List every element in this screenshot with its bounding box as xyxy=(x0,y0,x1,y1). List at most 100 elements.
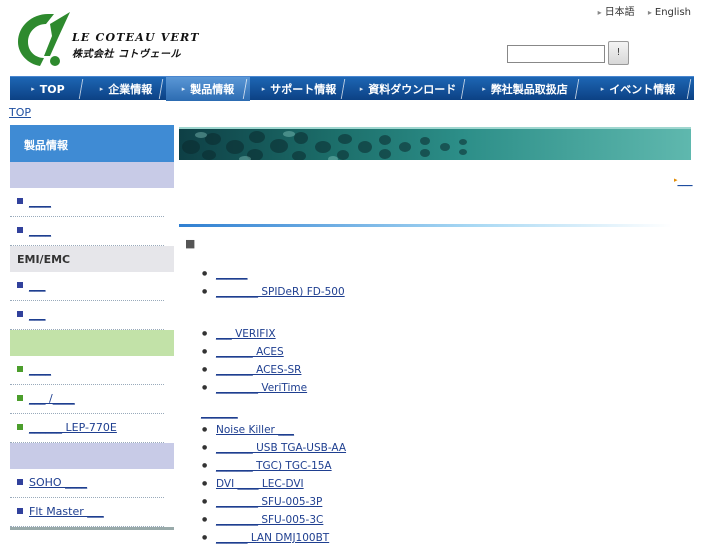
nav-item-products[interactable]: ▸ 製品情報 xyxy=(166,77,250,101)
main-nav: ▸ TOP ▸ 企業情報 ▸ 製品情報 ▸ サポート情報 ▸ 資料ダウンロード ▸ 弊社製品… xyxy=(10,76,694,101)
sidebar-heading: 製品情報 xyxy=(10,125,174,162)
sidebar-item[interactable]: SOHO ____ xyxy=(10,469,164,498)
arrow-right-icon: ▸ xyxy=(600,85,605,93)
hero-pattern-image xyxy=(182,131,467,160)
product-link[interactable]: ________ SFU-005-3P xyxy=(216,496,322,508)
section-divider xyxy=(179,224,672,227)
arrow-right-icon: ▸ xyxy=(359,85,364,93)
square-bullet-icon xyxy=(17,227,23,233)
nav-item-label: 資料ダウンロード xyxy=(368,83,457,96)
nav-item-events[interactable]: ▸ イベント情報 xyxy=(582,77,694,101)
breadcrumb-top-link[interactable]: TOP xyxy=(9,106,31,119)
list-item: _______ ACES xyxy=(200,343,307,361)
square-bullet-icon xyxy=(17,479,23,485)
sidebar-category-band xyxy=(10,443,174,469)
sidebar-item[interactable]: ____ xyxy=(10,217,164,246)
nav-item-label: 企業情報 xyxy=(108,83,153,96)
list-item: _______ USB TGA-USB-AA xyxy=(200,439,346,457)
sidebar-category-band xyxy=(10,330,174,356)
product-link[interactable]: _______ ACES-SR xyxy=(216,364,301,376)
sidebar-item[interactable]: ___ /____ xyxy=(10,385,164,414)
product-list-3: Noise Killer ___ _______ USB TGA-USB-AA … xyxy=(200,421,346,545)
arrow-right-icon: ▸ xyxy=(181,85,186,93)
search-button[interactable]: ! xyxy=(608,41,629,65)
list-item: ___ VERIFIX xyxy=(200,325,307,343)
sidebar-item[interactable]: Flt Master ___ xyxy=(10,498,164,527)
square-bullet-icon xyxy=(17,424,23,430)
product-group-title[interactable]: _______ xyxy=(201,407,238,419)
nav-item-top[interactable]: ▸ TOP xyxy=(10,77,86,101)
nav-item-label: サポート情報 xyxy=(270,83,337,96)
logo-mark-icon xyxy=(18,12,70,66)
sidebar-item[interactable]: ____ xyxy=(10,356,164,385)
sidebar-item[interactable]: ___ xyxy=(10,301,164,330)
sidebar-item-label: ____ xyxy=(29,363,51,376)
sidebar-item-label: ___ /____ xyxy=(29,392,75,405)
lang-link-english-label: English xyxy=(654,7,691,18)
logo-text-en: LE COTEAU VERT xyxy=(72,31,200,44)
arrow-right-icon: ▸ xyxy=(99,85,104,93)
square-bullet-icon xyxy=(17,395,23,401)
nav-item-label: 製品情報 xyxy=(190,83,235,96)
sidebar-category-band xyxy=(10,162,174,188)
arrow-right-icon: ▸ xyxy=(482,85,486,93)
product-list-1: ______ ________ SPIDeR) FD-500 xyxy=(200,265,345,301)
sidebar-divider xyxy=(10,527,174,530)
list-item: ________ SFU-005-3C xyxy=(200,511,346,529)
nav-item-company[interactable]: ▸ 企業情報 xyxy=(86,77,166,101)
sidebar-item[interactable]: ____ xyxy=(10,188,164,217)
sidebar-item-label: ______ LEP-770E xyxy=(29,421,117,434)
product-link[interactable]: _______ ACES xyxy=(216,346,284,358)
sidebar-item[interactable]: ______ LEP-770E xyxy=(10,414,164,443)
list-item: ________ VeriTime xyxy=(200,379,307,397)
list-item: _______ ACES-SR xyxy=(200,361,307,379)
square-bullet-icon xyxy=(17,508,23,514)
lang-link-english[interactable]: ▸ English xyxy=(648,7,691,18)
nav-item-label: 弊社製品取扱店 xyxy=(490,83,568,96)
logo-text-jp: 株式会社 コトヴェール xyxy=(72,49,181,60)
product-link[interactable]: ___ VERIFIX xyxy=(216,328,276,340)
list-item: _______ TGC) TGC-15A xyxy=(200,457,346,475)
sidebar: 製品情報 ____ ____ EMI/EMC ___ ___ ____ ___ … xyxy=(10,125,174,545)
product-link[interactable]: ________ SFU-005-3C xyxy=(216,514,323,526)
lang-link-japanese-label: 日本語 xyxy=(604,7,635,18)
nav-item-dealers[interactable]: ▸ 弊社製品取扱店 xyxy=(468,77,582,101)
product-link[interactable]: Noise Killer ___ xyxy=(216,424,294,436)
list-item: ______ xyxy=(200,265,345,283)
sidebar-item-label: Flt Master ___ xyxy=(29,505,104,518)
product-link[interactable]: _______ USB TGA-USB-AA xyxy=(216,442,346,454)
main-top-link-label: ___ xyxy=(677,176,693,187)
sidebar-item-label: ___ xyxy=(29,308,46,321)
product-link[interactable]: ______ xyxy=(216,268,248,280)
product-link[interactable]: DVI ____ LEC-DVI xyxy=(216,478,304,490)
square-bullet-icon xyxy=(17,366,23,372)
main-top-link[interactable]: ▸___ xyxy=(674,176,693,187)
search-input[interactable] xyxy=(507,45,605,63)
nav-item-label: イベント情報 xyxy=(609,83,676,96)
sidebar-item-label: ____ xyxy=(29,195,51,208)
square-bullet-icon xyxy=(17,282,23,288)
lang-link-japanese[interactable]: ▸ 日本語 xyxy=(598,7,635,18)
nav-item-downloads[interactable]: ▸ 資料ダウンロード xyxy=(348,77,468,101)
sidebar-item-label: SOHO ____ xyxy=(29,476,88,489)
language-links: ▸ 日本語 ▸ English xyxy=(588,3,691,18)
product-link[interactable]: _______ TGC) TGC-15A xyxy=(216,460,332,472)
square-bullet-icon xyxy=(17,311,23,317)
section-marker-icon: ■ xyxy=(185,237,196,250)
sidebar-item-label: ____ xyxy=(29,224,51,237)
product-link[interactable]: ______ LAN DMJ100BT xyxy=(216,532,329,544)
sidebar-item[interactable]: ___ xyxy=(10,272,164,301)
nav-item-support[interactable]: ▸ サポート情報 xyxy=(250,77,348,101)
hero-banner xyxy=(179,127,691,160)
company-logo[interactable]: LE COTEAU VERT 株式会社 コトヴェール xyxy=(14,8,224,68)
arrow-right-icon: ▸ xyxy=(261,85,266,93)
sidebar-category-emi: EMI/EMC xyxy=(10,246,174,272)
list-item: DVI ____ LEC-DVI xyxy=(200,475,346,493)
arrow-right-icon: ▸ xyxy=(647,8,652,17)
square-bullet-icon xyxy=(17,198,23,204)
product-link[interactable]: ________ VeriTime xyxy=(216,382,307,394)
list-item: ______ LAN DMJ100BT xyxy=(200,529,346,545)
sidebar-item-label: ___ xyxy=(29,279,46,292)
list-item: ________ SPIDeR) FD-500 xyxy=(200,283,345,301)
product-link[interactable]: ________ SPIDeR) FD-500 xyxy=(216,286,345,298)
